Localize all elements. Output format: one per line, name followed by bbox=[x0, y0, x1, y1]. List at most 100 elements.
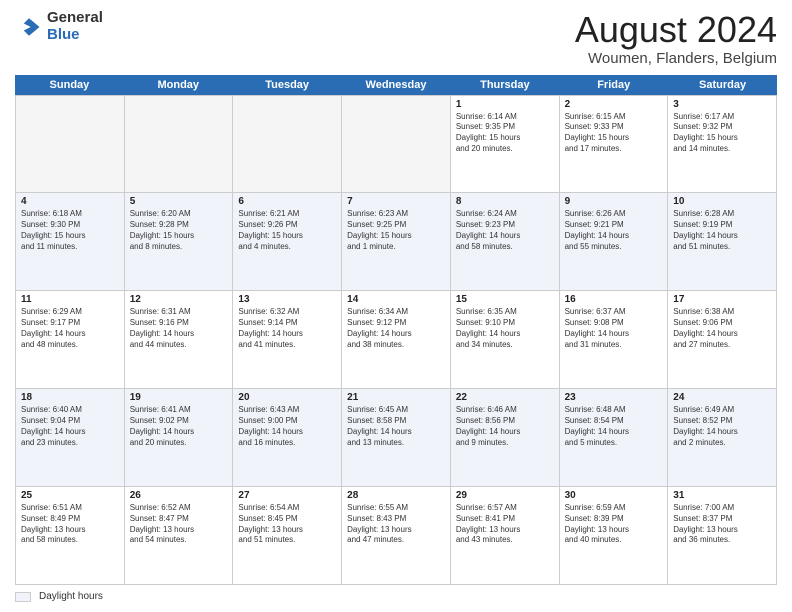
cal-cell: 26 Sunrise: 6:52 AM Sunset: 8:47 PM Dayli… bbox=[125, 487, 234, 584]
day-info: Sunrise: 6:31 AM Sunset: 9:16 PM Dayligh… bbox=[130, 307, 228, 350]
day-number: 11 bbox=[21, 294, 119, 305]
cal-cell: 12 Sunrise: 6:31 AM Sunset: 9:16 PM Dayli… bbox=[125, 291, 234, 388]
cal-cell bbox=[125, 96, 234, 193]
cal-cell: 24Sunrise: 6:49 AM Sunset: 8:52 PM Dayli… bbox=[668, 389, 777, 486]
cal-cell: 14 Sunrise: 6:34 AM Sunset: 9:12 PM Dayli… bbox=[342, 291, 451, 388]
day-info: Sunrise: 6:15 AM Sunset: 9:33 PM Dayligh… bbox=[565, 112, 663, 155]
legend-box bbox=[15, 592, 31, 602]
day-info: Sunrise: 6:20 AM Sunset: 9:28 PM Dayligh… bbox=[130, 209, 228, 252]
cal-cell: 21 Sunrise: 6:45 AM Sunset: 8:58 PM Dayli… bbox=[342, 389, 451, 486]
day-number: 1 bbox=[456, 99, 554, 110]
day-info: Sunrise: 6:41 AM Sunset: 9:02 PM Dayligh… bbox=[130, 405, 228, 448]
day-number: 24 bbox=[673, 392, 771, 403]
day-info: Sunrise: 6:45 AM Sunset: 8:58 PM Dayligh… bbox=[347, 405, 445, 448]
cal-cell: 15 Sunrise: 6:35 AM Sunset: 9:10 PM Dayli… bbox=[451, 291, 560, 388]
cal-cell: 11 Sunrise: 6:29 AM Sunset: 9:17 PM Dayli… bbox=[16, 291, 125, 388]
cal-row: 4Sunrise: 6:18 AM Sunset: 9:30 PM Daylig… bbox=[16, 193, 777, 291]
day-number: 22 bbox=[456, 392, 554, 403]
cal-row: 18 Sunrise: 6:40 AM Sunset: 9:04 PM Dayli… bbox=[16, 389, 777, 487]
day-info: Sunrise: 6:54 AM Sunset: 8:45 PM Dayligh… bbox=[238, 503, 336, 546]
cal-cell: 28 Sunrise: 6:55 AM Sunset: 8:43 PM Dayli… bbox=[342, 487, 451, 584]
day-number: 13 bbox=[238, 294, 336, 305]
day-number: 30 bbox=[565, 490, 663, 501]
cal-header-cell: Thursday bbox=[450, 75, 559, 95]
day-number: 19 bbox=[130, 392, 228, 403]
calendar-body: 1Sunrise: 6:14 AM Sunset: 9:35 PM Daylig… bbox=[15, 95, 777, 585]
cal-cell: 19 Sunrise: 6:41 AM Sunset: 9:02 PM Dayli… bbox=[125, 389, 234, 486]
cal-cell bbox=[16, 96, 125, 193]
footer: Daylight hours bbox=[15, 591, 777, 602]
day-info: Sunrise: 6:55 AM Sunset: 8:43 PM Dayligh… bbox=[347, 503, 445, 546]
cal-cell: 22Sunrise: 6:46 AM Sunset: 8:56 PM Dayli… bbox=[451, 389, 560, 486]
cal-cell bbox=[233, 96, 342, 193]
cal-cell: 1Sunrise: 6:14 AM Sunset: 9:35 PM Daylig… bbox=[451, 96, 560, 193]
day-number: 4 bbox=[21, 196, 119, 207]
day-info: Sunrise: 6:59 AM Sunset: 8:39 PM Dayligh… bbox=[565, 503, 663, 546]
logo-general-text: General bbox=[47, 10, 103, 27]
day-number: 21 bbox=[347, 392, 445, 403]
main-title: August 2024 bbox=[575, 10, 777, 50]
day-number: 9 bbox=[565, 196, 663, 207]
day-number: 12 bbox=[130, 294, 228, 305]
day-info: Sunrise: 6:29 AM Sunset: 9:17 PM Dayligh… bbox=[21, 307, 119, 350]
day-info: Sunrise: 6:26 AM Sunset: 9:21 PM Dayligh… bbox=[565, 209, 663, 252]
day-number: 26 bbox=[130, 490, 228, 501]
cal-cell: 18 Sunrise: 6:40 AM Sunset: 9:04 PM Dayli… bbox=[16, 389, 125, 486]
cal-cell: 23 Sunrise: 6:48 AM Sunset: 8:54 PM Dayli… bbox=[560, 389, 669, 486]
cal-row: 1Sunrise: 6:14 AM Sunset: 9:35 PM Daylig… bbox=[16, 96, 777, 194]
logo-icon bbox=[15, 13, 43, 41]
logo: General Blue bbox=[15, 10, 103, 43]
day-number: 29 bbox=[456, 490, 554, 501]
cal-header-cell: Saturday bbox=[668, 75, 777, 95]
day-number: 5 bbox=[130, 196, 228, 207]
cal-cell: 4Sunrise: 6:18 AM Sunset: 9:30 PM Daylig… bbox=[16, 193, 125, 290]
day-info: Sunrise: 6:48 AM Sunset: 8:54 PM Dayligh… bbox=[565, 405, 663, 448]
day-info: Sunrise: 6:57 AM Sunset: 8:41 PM Dayligh… bbox=[456, 503, 554, 546]
cal-cell: 17Sunrise: 6:38 AM Sunset: 9:06 PM Dayli… bbox=[668, 291, 777, 388]
day-info: Sunrise: 6:23 AM Sunset: 9:25 PM Dayligh… bbox=[347, 209, 445, 252]
subtitle: Woumen, Flanders, Belgium bbox=[575, 50, 777, 67]
day-number: 15 bbox=[456, 294, 554, 305]
logo-blue-text: Blue bbox=[47, 27, 103, 44]
cal-cell: 27 Sunrise: 6:54 AM Sunset: 8:45 PM Dayli… bbox=[233, 487, 342, 584]
day-info: Sunrise: 6:40 AM Sunset: 9:04 PM Dayligh… bbox=[21, 405, 119, 448]
cal-cell: 13 Sunrise: 6:32 AM Sunset: 9:14 PM Dayli… bbox=[233, 291, 342, 388]
day-number: 2 bbox=[565, 99, 663, 110]
cal-header-cell: Wednesday bbox=[342, 75, 451, 95]
calendar: SundayMondayTuesdayWednesdayThursdayFrid… bbox=[15, 75, 777, 585]
day-number: 31 bbox=[673, 490, 771, 501]
cal-header-cell: Tuesday bbox=[233, 75, 342, 95]
cal-header-cell: Monday bbox=[124, 75, 233, 95]
day-info: Sunrise: 6:35 AM Sunset: 9:10 PM Dayligh… bbox=[456, 307, 554, 350]
cal-cell: 2 Sunrise: 6:15 AM Sunset: 9:33 PM Daylig… bbox=[560, 96, 669, 193]
day-number: 14 bbox=[347, 294, 445, 305]
day-number: 23 bbox=[565, 392, 663, 403]
day-info: Sunrise: 6:52 AM Sunset: 8:47 PM Dayligh… bbox=[130, 503, 228, 546]
day-number: 27 bbox=[238, 490, 336, 501]
day-info: Sunrise: 6:24 AM Sunset: 9:23 PM Dayligh… bbox=[456, 209, 554, 252]
day-info: Sunrise: 6:17 AM Sunset: 9:32 PM Dayligh… bbox=[673, 112, 771, 155]
cal-cell: 8Sunrise: 6:24 AM Sunset: 9:23 PM Daylig… bbox=[451, 193, 560, 290]
day-number: 3 bbox=[673, 99, 771, 110]
cal-header-cell: Sunday bbox=[15, 75, 124, 95]
day-number: 10 bbox=[673, 196, 771, 207]
cal-row: 25 Sunrise: 6:51 AM Sunset: 8:49 PM Dayli… bbox=[16, 487, 777, 585]
header: General Blue August 2024 Woumen, Flander… bbox=[15, 10, 777, 67]
cal-cell: 29 Sunrise: 6:57 AM Sunset: 8:41 PM Dayli… bbox=[451, 487, 560, 584]
day-info: Sunrise: 6:37 AM Sunset: 9:08 PM Dayligh… bbox=[565, 307, 663, 350]
day-info: Sunrise: 6:32 AM Sunset: 9:14 PM Dayligh… bbox=[238, 307, 336, 350]
cal-cell: 7 Sunrise: 6:23 AM Sunset: 9:25 PM Daylig… bbox=[342, 193, 451, 290]
day-info: Sunrise: 7:00 AM Sunset: 8:37 PM Dayligh… bbox=[673, 503, 771, 546]
day-number: 6 bbox=[238, 196, 336, 207]
day-info: Sunrise: 6:51 AM Sunset: 8:49 PM Dayligh… bbox=[21, 503, 119, 546]
day-number: 28 bbox=[347, 490, 445, 501]
day-number: 25 bbox=[21, 490, 119, 501]
day-number: 18 bbox=[21, 392, 119, 403]
page: General Blue August 2024 Woumen, Flander… bbox=[0, 0, 792, 612]
day-info: Sunrise: 6:34 AM Sunset: 9:12 PM Dayligh… bbox=[347, 307, 445, 350]
day-number: 7 bbox=[347, 196, 445, 207]
footer-legend-label: Daylight hours bbox=[39, 591, 103, 602]
cal-cell: 5 Sunrise: 6:20 AM Sunset: 9:28 PM Daylig… bbox=[125, 193, 234, 290]
cal-cell bbox=[342, 96, 451, 193]
cal-row: 11 Sunrise: 6:29 AM Sunset: 9:17 PM Dayli… bbox=[16, 291, 777, 389]
